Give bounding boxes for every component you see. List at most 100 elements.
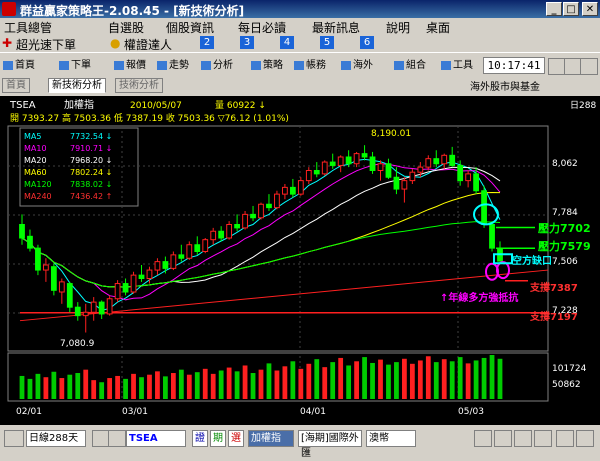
legend-ma-label: MA20 (24, 156, 47, 165)
fast-order-link[interactable]: 超光速下單 (16, 36, 76, 53)
volume-readout: 量 60922 ↓ (215, 100, 266, 111)
x-tick-3: 05/03 (458, 407, 484, 417)
maximize-button[interactable]: □ (563, 2, 579, 16)
ma-legend: MA5 7732.54 ↓ MA10 7910.71 ↓ MA20 7968.20 ↓ MA… (19, 127, 139, 207)
candle-body (170, 254, 177, 269)
candle-body (369, 156, 376, 171)
title-bar: 群益贏家策略王-2.08.45 - [新技術分析] _ □ ✕ (0, 0, 600, 18)
vol-tick-1: 50862 (552, 380, 581, 390)
candle-body (417, 166, 424, 173)
cert-button[interactable]: 證 (192, 430, 208, 447)
quick-tab-4[interactable]: 4 (280, 36, 294, 49)
volume-bar (274, 370, 280, 399)
tab-tech-analysis[interactable]: 技術分析 (115, 78, 163, 93)
app-logo-icon (2, 2, 16, 16)
account-button[interactable]: 帳務 (293, 57, 326, 74)
tab-new-tech-analysis[interactable]: 新技術分析 (48, 78, 106, 93)
exchange-select[interactable]: [海期]國際外匯 (298, 430, 362, 459)
candle-body (114, 283, 121, 300)
warrant-link[interactable]: 權證達人 (124, 36, 172, 53)
volume-bar (409, 363, 415, 399)
candle-body (27, 235, 33, 249)
candle-body (130, 274, 137, 293)
volume-bar (19, 375, 25, 399)
period-select[interactable]: 日線288天 (26, 430, 86, 447)
candle-body (353, 153, 360, 165)
legend-ma-label: MA120 (24, 180, 52, 189)
volume-bar (186, 374, 192, 399)
volume-bar (155, 371, 160, 399)
volume-bar (417, 360, 423, 399)
candle-body (226, 224, 233, 239)
overseas-link[interactable]: 海外股市與基金 (470, 78, 540, 93)
quick-tab-6[interactable]: 6 (360, 36, 374, 49)
volume-bar (449, 361, 455, 399)
next-icon[interactable] (580, 58, 598, 75)
volume-bar (290, 361, 296, 399)
minimize-button[interactable]: _ (546, 2, 562, 16)
portfolio-button[interactable]: 組合 (393, 57, 426, 74)
legend-ma-label: MA240 (24, 192, 52, 201)
legend-ma-label: MA60 (24, 168, 47, 177)
candle-body (361, 153, 368, 158)
candle-body (194, 244, 201, 252)
low-label: 7,080.9 (60, 339, 95, 349)
settings-bottom-icon[interactable] (556, 430, 574, 447)
yearline-label: ↑年線多方強抵抗 (440, 291, 518, 304)
draw-icon[interactable] (494, 430, 512, 447)
symbol-input[interactable]: TSEA (126, 430, 186, 447)
candle-body (66, 283, 73, 308)
legend-ma-value: 7436.42 ↑ (70, 192, 112, 201)
quick-tab-3[interactable]: 3 (240, 36, 254, 49)
zoom-in-icon[interactable] (474, 430, 492, 447)
candle-body (449, 154, 456, 166)
quick-tab-2[interactable]: 2 (200, 36, 214, 49)
vol-tick-0: 101724 (552, 364, 587, 374)
high-label: 8,190.01 (371, 129, 411, 139)
volume-bar (218, 370, 224, 399)
index-button[interactable]: 加權指 (248, 430, 294, 447)
analysis-button[interactable]: 分析 (200, 57, 233, 74)
volume-bar (425, 356, 431, 399)
candle-body (385, 163, 392, 178)
home-button[interactable]: 首頁 (2, 57, 35, 74)
candle-body (90, 301, 97, 313)
volume-bar (465, 363, 471, 399)
legend-ma-value: 7802.24 ↓ (70, 168, 112, 177)
next-symbol-icon[interactable] (108, 430, 126, 447)
futures-button[interactable]: 期 (210, 430, 226, 447)
candle-body (282, 186, 288, 195)
strategy-button[interactable]: 策略 (250, 57, 283, 74)
volume-bar (67, 374, 73, 399)
volume-bar (362, 357, 367, 399)
legend-ma-label: MA10 (24, 144, 47, 153)
quick-tab-5[interactable]: 5 (320, 36, 334, 49)
order-button[interactable]: 下單 (58, 57, 91, 74)
eraser-icon[interactable] (534, 430, 552, 447)
candle-body (441, 154, 448, 165)
overseas-button[interactable]: 海外 (340, 57, 373, 74)
x-tick-1: 03/01 (122, 407, 148, 417)
fast-order-icon: ✚ (2, 36, 13, 50)
options-button[interactable]: 選 (228, 430, 244, 447)
tab-home[interactable]: 首頁 (2, 78, 30, 93)
symbol-label: TSEA (9, 100, 36, 111)
candle-body (305, 170, 312, 182)
x-tick-2: 04/01 (300, 407, 326, 417)
tools-button[interactable]: 工具 (440, 57, 473, 74)
candle-body (457, 164, 464, 182)
market-select[interactable]: 澳幣 (366, 430, 416, 447)
quote-button[interactable]: 報價 (113, 57, 146, 74)
close-button[interactable]: ✕ (582, 2, 598, 16)
volume-bar (433, 362, 439, 399)
volume-bar (346, 365, 352, 399)
trend-button[interactable]: 走勢 (156, 57, 189, 74)
volume-bar (170, 373, 176, 399)
candle-body (313, 170, 320, 175)
candle-body (258, 203, 264, 219)
y-tick-0: 8,062 (552, 159, 578, 169)
pen-icon[interactable] (514, 430, 532, 447)
arrow-icon[interactable] (576, 430, 594, 447)
chart-area[interactable]: TSEA 加權指 2010/05/07 量 60922 ↓ 日288 開 739… (0, 96, 600, 425)
chart-type-icon[interactable] (4, 430, 24, 447)
